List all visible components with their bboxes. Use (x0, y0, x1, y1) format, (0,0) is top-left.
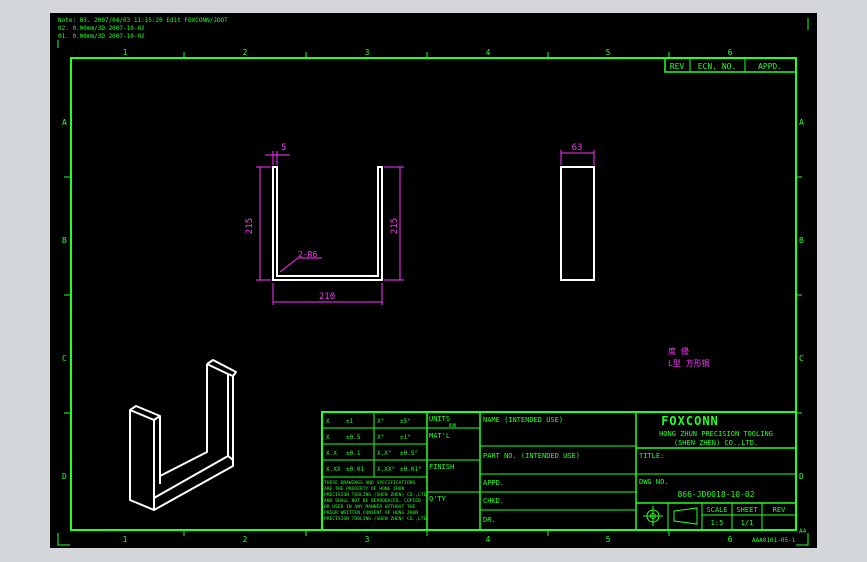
company-name-line-1: HONG ZHUN PRECISION TOOLING (659, 430, 773, 438)
sheet-size-code: A4 (799, 528, 807, 535)
tol-cell: ±5° (400, 418, 411, 425)
col-label: 3 (365, 48, 370, 57)
part-no-label: PART NO. (INTENDED USE) (483, 452, 580, 460)
rev-header: REV (670, 62, 685, 71)
tol-cell: X° (377, 434, 384, 441)
material-label: MAT'L (429, 432, 450, 440)
svg-text:PRECISION TOOLING (SHEN ZHEN): PRECISION TOOLING (SHEN ZHEN) CO.,LTD. (324, 492, 429, 498)
note-line-3: 01. 0.00mm/3D 2007-10-02 (58, 33, 145, 40)
svg-text:PRIOR WRITTEN CONSENT OF HONG: PRIOR WRITTEN CONSENT OF HONG ZHUN (324, 510, 418, 516)
row-label: D (799, 472, 804, 481)
col-label: 2 (243, 535, 248, 544)
col-label: 4 (486, 48, 491, 57)
col-label: 3 (365, 535, 370, 544)
approved-label: APPD. (483, 479, 504, 487)
drawing-number: 866-JD0018-10-02 (677, 490, 754, 499)
col-label: 2 (243, 48, 248, 57)
units-value: mm (449, 422, 457, 429)
form-code: AAA0101-05-1 (752, 537, 796, 544)
svg-text:ARE THE PROPERTY OF HONG ZHUN: ARE THE PROPERTY OF HONG ZHUN (324, 486, 404, 492)
col-label: 5 (606, 48, 611, 57)
tol-cell: X.XX (326, 466, 341, 473)
svg-text:PRECISION TOOLING (SHEN ZHEN): PRECISION TOOLING (SHEN ZHEN) CO.,LTD. (324, 516, 429, 522)
tol-cell: ±0.5° (400, 450, 418, 457)
row-label: A (62, 118, 67, 127)
tol-cell: ±0.5 (346, 434, 361, 441)
name-label: NAME (INTENDED USE) (483, 416, 563, 424)
finish-label: FINISH (429, 463, 454, 471)
radius-dim-label: 2-R6 (298, 250, 317, 259)
col-label: 4 (486, 535, 491, 544)
col-label: 1 (123, 48, 128, 57)
tol-cell: ±1 (346, 418, 354, 425)
tol-cell: ±0.01 (346, 466, 364, 473)
col-label: 5 (606, 535, 611, 544)
left-height-dim-label: 215 (245, 218, 255, 234)
tol-cell: X (326, 418, 330, 425)
sheet-value: 1/1 (741, 519, 754, 527)
note-line-1: Note: 03. 2007/04/03 11:15:20 Edit FOXCO… (58, 17, 228, 24)
title-label: TITLE: (639, 452, 664, 460)
tol-cell: ±0.1 (346, 450, 361, 457)
row-label: D (62, 472, 67, 481)
side-width-dim-label: 63 (572, 143, 583, 153)
tol-cell: ±0.01° (400, 466, 422, 473)
right-height-dim-label: 215 (390, 218, 400, 234)
tol-cell: X (326, 434, 330, 441)
svg-text:OR USED IN ANY MANNER WITHOUT: OR USED IN ANY MANNER WITHOUT THE (324, 504, 416, 510)
col-label: 6 (728, 48, 733, 57)
col-label: 1 (123, 535, 128, 544)
tol-cell: X.X (326, 450, 337, 457)
row-label: C (62, 354, 67, 363)
row-label: B (62, 236, 67, 245)
cad-viewport: Note: 03. 2007/04/03 11:15:20 Edit FOXCO… (0, 0, 867, 562)
drawn-label: DR. (483, 516, 496, 524)
drawing-canvas[interactable]: Note: 03. 2007/04/03 11:15:20 Edit FOXCO… (0, 0, 867, 562)
note-line-2: 02. 0.00mm/3D 2007-10-02 (58, 25, 145, 32)
quantity-label: Q'TY (429, 495, 447, 503)
row-label: A (799, 118, 804, 127)
tol-cell: X° (377, 418, 384, 425)
units-label: UNITS (429, 415, 450, 423)
company-name-line-2: (SHEN ZHEN) CO.,LTD. (674, 439, 758, 447)
tol-cell: X.XX° (377, 466, 395, 473)
appd-header: APPD. (758, 62, 782, 71)
material-note-2: L型 方形钢 (668, 358, 710, 368)
rev-label: REV (773, 506, 786, 514)
row-label: C (799, 354, 804, 363)
thickness-dim-label: 5 (281, 143, 286, 153)
dwg-no-label: DWG NO. (639, 478, 669, 486)
material-note-1: 度 侵 (668, 346, 689, 356)
checked-label: CHKD. (483, 497, 504, 505)
width-dim-label: 210 (319, 292, 335, 302)
scale-value: 1:5 (711, 519, 724, 527)
svg-text:AND SHALL NOT BE REPRODUCED, C: AND SHALL NOT BE REPRODUCED, COPIED (324, 498, 421, 504)
col-label: 6 (728, 535, 733, 544)
company-logo: FOXCONN (661, 414, 719, 428)
scale-label: SCALE (706, 506, 727, 514)
svg-text:THESE DRAWINGS AND SPECIFICATI: THESE DRAWINGS AND SPECIFICATIONS (324, 480, 416, 486)
sheet-label: SHEET (736, 506, 758, 514)
tol-cell: X.X° (377, 450, 391, 457)
tol-cell: ±1° (400, 434, 411, 441)
row-label: B (799, 236, 804, 245)
ecn-header: ECN. NO. (698, 62, 737, 71)
